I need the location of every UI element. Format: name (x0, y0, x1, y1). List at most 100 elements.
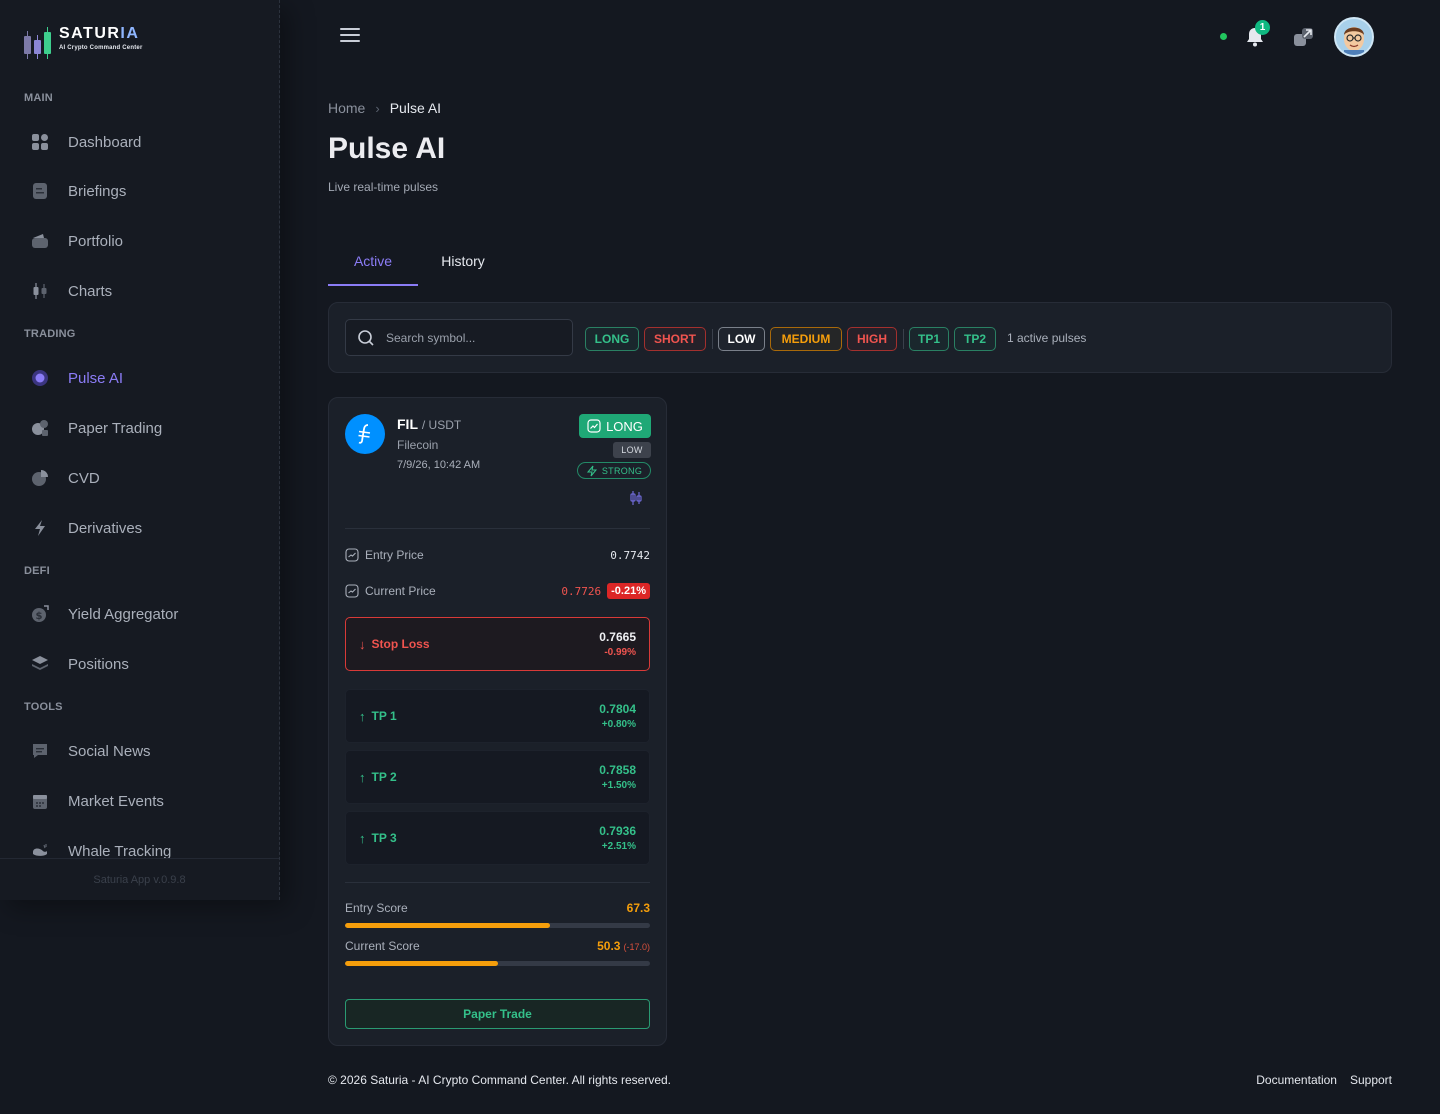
brand-tagline: AI Crypto Command Center (59, 44, 143, 51)
risk-badge: LOW (613, 442, 651, 458)
take-profit-2-box: ↑ TP 2 0.7858 +1.50% (345, 750, 650, 804)
take-profit-label: TP 3 (371, 831, 397, 845)
search-box[interactable] (345, 319, 573, 356)
arrow-up-icon: ↑ (359, 708, 366, 724)
entry-score-row: Entry Score 67.3 (345, 901, 650, 915)
filter-divider (903, 329, 904, 349)
stop-loss-label: Stop Loss (371, 637, 430, 651)
pie-chart-icon (24, 468, 56, 488)
entry-score-label: Entry Score (345, 901, 408, 915)
take-profit-price: 0.7858 (599, 763, 636, 777)
online-status-indicator (1220, 33, 1227, 40)
sidebar-item-label: Portfolio (68, 232, 124, 250)
avatar-face-icon (1336, 19, 1372, 55)
app-version: Saturia App v.0.9.8 (0, 858, 279, 900)
sidebar-item-positions[interactable]: Positions (24, 646, 256, 682)
support-link[interactable]: Support (1350, 1073, 1392, 1087)
entry-score-fill (345, 923, 551, 928)
current-score-row: Current Score 50.3 (-17.0) (345, 939, 650, 953)
filter-chip-medium[interactable]: MEDIUM (770, 327, 842, 351)
sidebar-item-label: Derivatives (68, 519, 143, 537)
entry-price-value: 0.7742 (610, 548, 650, 562)
sidebar-item-cvd[interactable]: CVD (24, 460, 256, 496)
expand-icon (1294, 28, 1313, 46)
sidebar-item-paper-trading[interactable]: Paper Trading (24, 410, 256, 446)
take-profit-price: 0.7936 (599, 824, 636, 838)
coin-quote: / USDT (421, 418, 462, 432)
sidebar-item-social-news[interactable]: Social News (24, 733, 256, 769)
tab-history[interactable]: History (418, 240, 508, 286)
sidebar-item-portfolio[interactable]: Portfolio (24, 223, 256, 259)
filter-chip-tp1[interactable]: TP1 (909, 327, 949, 351)
brand-logo[interactable]: SATURIA AI Crypto Command Center (24, 18, 143, 59)
stop-loss-pct: -0.99% (604, 647, 636, 658)
paper-trading-icon (24, 418, 56, 438)
section-label-tools: TOOLS (24, 701, 63, 713)
menu-toggle-button[interactable] (340, 28, 360, 44)
sidebar-item-label: Yield Aggregator (68, 605, 179, 623)
calendar-icon (24, 791, 56, 811)
sidebar-item-label: Paper Trading (68, 419, 163, 437)
filter-chip-long[interactable]: LONG (585, 327, 639, 351)
current-score-fill (345, 961, 499, 966)
paper-trade-button[interactable]: Paper Trade (345, 999, 650, 1029)
brand-name: SATURIA (59, 24, 140, 42)
filecoin-logo-icon (345, 414, 385, 454)
current-score-bar (345, 961, 650, 966)
tab-bar: Active History (328, 240, 508, 286)
svg-text:$: $ (36, 611, 43, 622)
briefing-icon (24, 181, 56, 201)
stop-loss-box: ↓ Stop Loss 0.7665 -0.99% (345, 617, 650, 671)
layers-icon (24, 654, 56, 674)
filter-chip-low[interactable]: LOW (718, 327, 765, 351)
user-avatar[interactable] (1334, 17, 1374, 57)
section-label-main: MAIN (24, 92, 53, 104)
filter-chip-high[interactable]: HIGH (847, 327, 897, 351)
search-input[interactable] (386, 330, 556, 345)
sidebar-item-pulse-ai[interactable]: Pulse AI (24, 360, 256, 396)
sidebar-item-charts[interactable]: Charts (24, 273, 256, 309)
strength-badge: STRONG (577, 462, 651, 479)
candles-logo-icon (24, 22, 51, 59)
sidebar-item-label: Social News (68, 742, 151, 760)
take-profit-1-box: ↑ TP 1 0.7804 +0.80% (345, 689, 650, 743)
candlestick-icon (24, 281, 56, 301)
active-pulse-count: 1 active pulses (1007, 331, 1087, 345)
breadcrumb-home-link[interactable]: Home (328, 100, 365, 116)
sidebar-item-label: Pulse AI (68, 369, 124, 387)
open-chart-button[interactable] (626, 488, 646, 508)
pulse-card: FIL / USDT Filecoin 7/9/26, 10:42 AM LON… (328, 397, 667, 1046)
score-delta: (-17.0) (623, 942, 650, 952)
chevron-right-icon: › (375, 100, 380, 116)
expand-button[interactable] (1292, 25, 1316, 49)
sidebar-item-briefings[interactable]: Briefings (24, 173, 256, 209)
card-divider (345, 528, 650, 529)
arrow-up-icon: ↑ (359, 830, 366, 846)
chat-icon (24, 741, 56, 761)
pulse-timestamp: 7/9/26, 10:42 AM (397, 459, 481, 471)
arrow-down-icon: ↓ (359, 636, 366, 652)
filter-chip-tp2[interactable]: TP2 (954, 327, 996, 351)
take-profit-pct: +0.80% (601, 719, 636, 730)
wallet-icon (24, 231, 56, 251)
coin-pair: FIL / USDT (397, 416, 461, 432)
filter-chip-short[interactable]: SHORT (644, 327, 706, 351)
documentation-link[interactable]: Documentation (1256, 1073, 1337, 1087)
tab-active[interactable]: Active (328, 240, 418, 286)
chart-box-icon (345, 548, 359, 562)
candlestick-icon (630, 491, 642, 505)
section-label-trading: TRADING (24, 328, 76, 340)
lightning-icon (24, 518, 56, 538)
section-label-defi: DEFI (24, 565, 50, 577)
sidebar-item-derivatives[interactable]: Derivatives (24, 510, 256, 546)
current-score-value: 50.3 (597, 939, 621, 953)
sidebar-item-label: CVD (68, 469, 100, 487)
notification-count-badge: 1 (1255, 20, 1270, 35)
page-title: Pulse AI (328, 132, 446, 165)
footer-links: Documentation Support (1256, 1073, 1392, 1087)
sidebar-item-dashboard[interactable]: Dashboard (24, 124, 256, 160)
sidebar-item-label: Whale Tracking (68, 842, 172, 860)
sidebar-item-yield-aggregator[interactable]: $ Yield Aggregator (24, 596, 256, 632)
take-profit-pct: +1.50% (601, 780, 636, 791)
sidebar-item-market-events[interactable]: Market Events (24, 783, 256, 819)
